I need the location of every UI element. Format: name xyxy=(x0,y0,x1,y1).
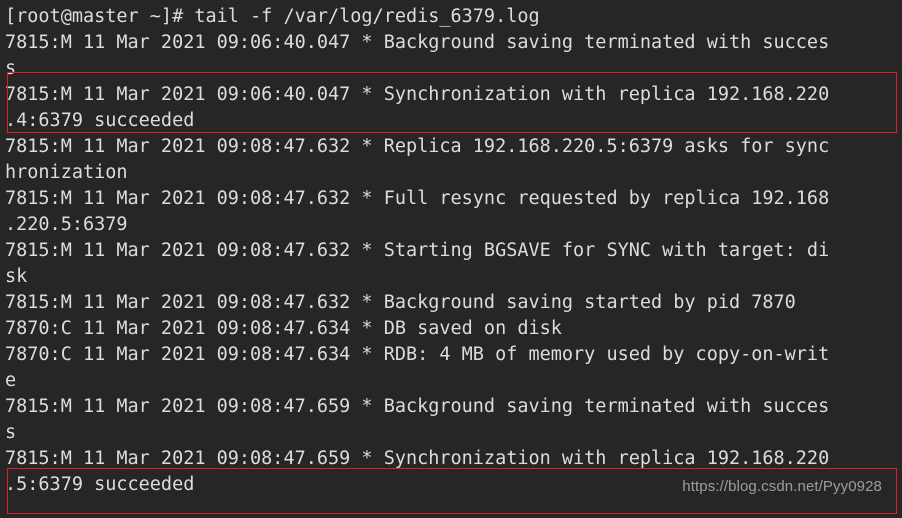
watermark-url: https://blog.csdn.net/Pyy0928 xyxy=(682,478,882,495)
log-line-17: 7815:M 11 Mar 2021 09:08:47.659 * Synchr… xyxy=(5,448,830,469)
log-line-10: sk xyxy=(5,266,28,287)
log-line-4: .4:6379 succeeded xyxy=(5,110,195,131)
log-line-3: 7815:M 11 Mar 2021 09:06:40.047 * Synchr… xyxy=(5,84,830,105)
log-line-12: 7870:C 11 Mar 2021 09:08:47.634 * DB sav… xyxy=(5,318,562,339)
log-line-16: s xyxy=(5,422,17,443)
log-line-7: 7815:M 11 Mar 2021 09:08:47.632 * Full r… xyxy=(5,188,830,209)
log-line-13: 7870:C 11 Mar 2021 09:08:47.634 * RDB: 4… xyxy=(5,344,830,365)
log-line-9: 7815:M 11 Mar 2021 09:08:47.632 * Starti… xyxy=(5,240,830,261)
log-line-5: 7815:M 11 Mar 2021 09:08:47.632 * Replic… xyxy=(5,136,830,157)
log-line-2: s xyxy=(5,58,17,79)
log-line-1: 7815:M 11 Mar 2021 09:06:40.047 * Backgr… xyxy=(5,32,830,53)
log-line-8: .220.5:6379 xyxy=(5,214,128,235)
log-line-14: e xyxy=(5,370,17,391)
log-line-6: hronization xyxy=(5,162,128,183)
terminal-prompt-line: [root@master ~]# tail -f /var/log/redis_… xyxy=(5,6,540,27)
log-line-11: 7815:M 11 Mar 2021 09:08:47.632 * Backgr… xyxy=(5,292,796,313)
log-line-15: 7815:M 11 Mar 2021 09:08:47.659 * Backgr… xyxy=(5,396,830,417)
terminal-window[interactable]: [root@master ~]# tail -f /var/log/redis_… xyxy=(0,0,902,518)
